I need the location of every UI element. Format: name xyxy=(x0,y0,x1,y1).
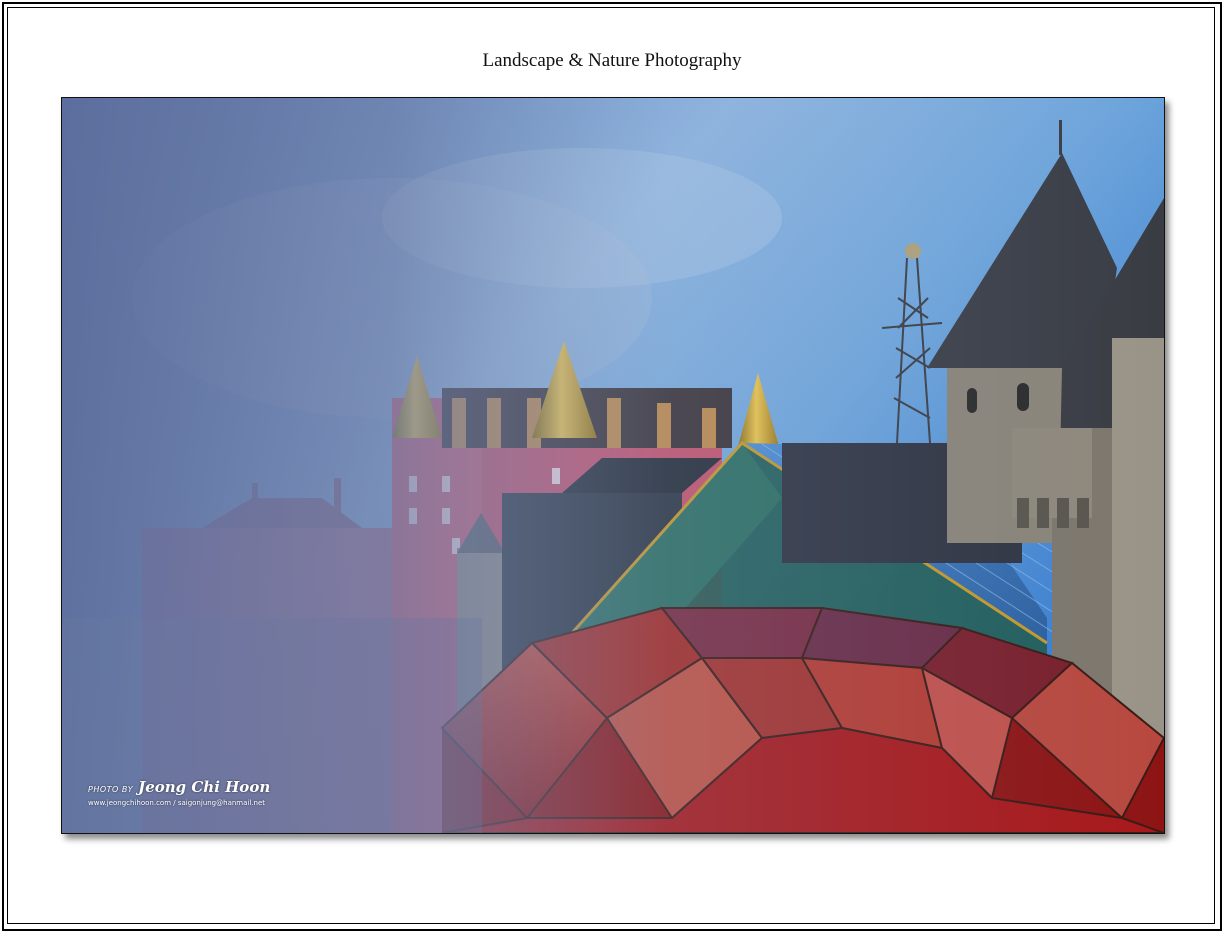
watermark-credit: PHOTO BY xyxy=(88,785,134,794)
watermark-contact: www.jeongchihoon.com / saigonjung@hanmai… xyxy=(88,799,266,807)
castle-photo-illustration xyxy=(62,98,1164,833)
page-title: Landscape & Nature Photography xyxy=(482,50,742,71)
photo-watermark: PHOTO BY Jeong Chi Hoon www.jeongchihoon… xyxy=(88,778,270,807)
photograph: PHOTO BY Jeong Chi Hoon www.jeongchihoon… xyxy=(61,97,1165,834)
watermark-name: Jeong Chi Hoon xyxy=(138,778,271,796)
